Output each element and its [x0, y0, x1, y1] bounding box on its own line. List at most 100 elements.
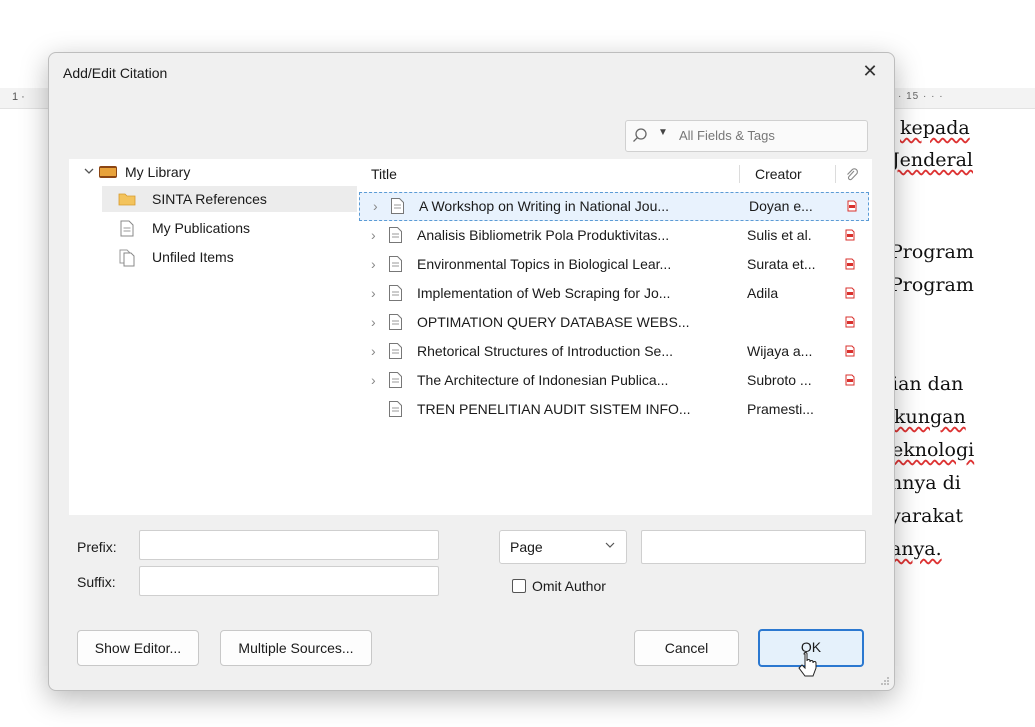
- item-title: The Architecture of Indonesian Publica..…: [417, 372, 669, 388]
- pdf-icon: [845, 258, 855, 270]
- doc-line: kungan: [894, 406, 966, 428]
- document-icon: [391, 198, 404, 214]
- search-icon: [633, 128, 647, 142]
- multiple-sources-button[interactable]: Multiple Sources...: [220, 630, 372, 666]
- item-creator: Pramesti...: [747, 401, 814, 417]
- chevron-right-icon[interactable]: ›: [371, 221, 376, 250]
- item-title: A Workshop on Writing in National Jou...: [419, 198, 670, 214]
- locator-select-value: Page: [510, 539, 543, 555]
- document-icon: [389, 401, 402, 417]
- chevron-down-icon[interactable]: [83, 159, 95, 194]
- search-mode-dropdown-icon[interactable]: ▼: [658, 127, 668, 138]
- pdf-icon: [845, 229, 855, 241]
- omit-author-label[interactable]: Omit Author: [532, 578, 606, 594]
- doc-line: eknologi: [892, 439, 975, 461]
- chevron-right-icon[interactable]: ›: [371, 279, 376, 308]
- paperclip-icon[interactable]: [845, 168, 859, 182]
- tree-item-label: Unfiled Items: [152, 249, 234, 265]
- folder-icon: [118, 193, 136, 206]
- item-row[interactable]: › Analisis Bibliometrik Pola Produktivit…: [357, 221, 872, 250]
- doc-line: nnya di: [890, 472, 961, 494]
- tree-item-label: My Library: [125, 164, 191, 180]
- tree-item-label: SINTA References: [152, 191, 267, 207]
- suffix-label: Suffix:: [77, 574, 116, 590]
- document-icon: [389, 372, 402, 388]
- chevron-right-icon[interactable]: ›: [371, 366, 376, 395]
- tree-item-sinta-references[interactable]: SINTA References: [102, 186, 357, 212]
- collections-tree: My Library SINTA References My Publicati…: [69, 159, 357, 515]
- column-divider[interactable]: [739, 165, 740, 183]
- chevron-right-icon[interactable]: ›: [371, 337, 376, 366]
- locator-input[interactable]: [641, 530, 866, 564]
- item-row[interactable]: TREN PENELITIAN AUDIT SISTEM INFO... Pra…: [357, 395, 872, 424]
- item-title: Analisis Bibliometrik Pola Produktivitas…: [417, 227, 670, 243]
- item-creator: Doyan e...: [749, 198, 813, 214]
- prefix-label: Prefix:: [77, 539, 117, 555]
- tree-item-my-library[interactable]: My Library: [69, 159, 357, 185]
- add-edit-citation-dialog: Add/Edit Citation ✕ ▼ All Fields & Tags …: [48, 52, 895, 691]
- item-row[interactable]: › The Architecture of Indonesian Publica…: [357, 366, 872, 395]
- item-title: OPTIMATION QUERY DATABASE WEBS...: [417, 314, 690, 330]
- search-placeholder: All Fields & Tags: [679, 128, 775, 143]
- item-title: Rhetorical Structures of Introduction Se…: [417, 343, 674, 359]
- doc-line: kepada: [900, 117, 970, 139]
- chevron-right-icon[interactable]: ›: [371, 250, 376, 279]
- item-row[interactable]: › Environmental Topics in Biological Lea…: [357, 250, 872, 279]
- doc-line: yarakat: [890, 505, 963, 527]
- chevron-down-icon: [605, 542, 615, 548]
- column-header-title[interactable]: Title: [371, 159, 397, 189]
- column-divider[interactable]: [835, 165, 836, 183]
- pdf-icon: [845, 287, 855, 299]
- locator-select[interactable]: Page: [499, 530, 627, 564]
- doc-line: Program: [890, 274, 974, 296]
- doc-line: Jenderal: [892, 149, 973, 171]
- tree-item-unfiled-items[interactable]: Unfiled Items: [102, 244, 357, 270]
- pdf-icon: [845, 374, 855, 386]
- ruler-left-text: 1 ·: [12, 91, 25, 103]
- item-title: Environmental Topics in Biological Lear.…: [417, 256, 672, 272]
- tree-item-my-publications[interactable]: My Publications: [102, 215, 357, 241]
- prefix-input[interactable]: [139, 530, 439, 560]
- item-creator: Wijaya a...: [747, 343, 813, 359]
- document-icon: [389, 227, 402, 243]
- document-icon: [389, 285, 402, 301]
- item-creator: Subroto ...: [747, 372, 812, 388]
- suffix-input[interactable]: [139, 566, 439, 596]
- doc-line: ian dan: [892, 373, 964, 395]
- dialog-title: Add/Edit Citation: [63, 65, 168, 81]
- document-icon: [389, 314, 402, 330]
- chevron-right-icon[interactable]: ›: [373, 192, 378, 221]
- item-row[interactable]: › OPTIMATION QUERY DATABASE WEBS...: [357, 308, 872, 337]
- item-row[interactable]: › A Workshop on Writing in National Jou.…: [359, 192, 869, 221]
- pdf-icon: [847, 200, 857, 212]
- ruler-right: · 15 · · ·: [890, 88, 1035, 109]
- mouse-cursor-icon: [798, 652, 817, 677]
- item-row[interactable]: › Rhetorical Structures of Introduction …: [357, 337, 872, 366]
- items-list: Title Creator › A Workshop on Writing in…: [357, 159, 872, 515]
- item-creator: Adila: [747, 285, 779, 301]
- resize-grip-icon[interactable]: [880, 676, 890, 686]
- item-row[interactable]: › Implementation of Web Scraping for Jo.…: [357, 279, 872, 308]
- column-header-creator[interactable]: Creator: [755, 159, 802, 189]
- omit-author-checkbox[interactable]: [512, 579, 526, 593]
- library-icon: [99, 166, 117, 178]
- cancel-button[interactable]: Cancel: [634, 630, 739, 666]
- item-creator: Sulis et al.: [747, 227, 812, 243]
- ruler-left: 1 ·: [0, 88, 48, 109]
- chevron-right-icon[interactable]: ›: [371, 308, 376, 337]
- search-input[interactable]: ▼ All Fields & Tags: [625, 120, 868, 152]
- close-button[interactable]: ✕: [858, 59, 882, 83]
- document-icon: [389, 256, 402, 272]
- unfiled-items-icon: [119, 249, 135, 267]
- ruler-right-text: · 15 · · ·: [898, 91, 944, 102]
- pdf-icon: [845, 345, 855, 357]
- show-editor-button[interactable]: Show Editor...: [77, 630, 199, 666]
- pdf-icon: [845, 316, 855, 328]
- item-title: Implementation of Web Scraping for Jo...: [417, 285, 671, 301]
- tree-item-label: My Publications: [152, 220, 251, 236]
- doc-line: Program: [890, 241, 974, 263]
- document-icon: [389, 343, 402, 359]
- library-pane: My Library SINTA References My Publicati…: [69, 159, 872, 515]
- item-creator: Surata et...: [747, 256, 816, 272]
- doc-line: anya.: [890, 538, 942, 560]
